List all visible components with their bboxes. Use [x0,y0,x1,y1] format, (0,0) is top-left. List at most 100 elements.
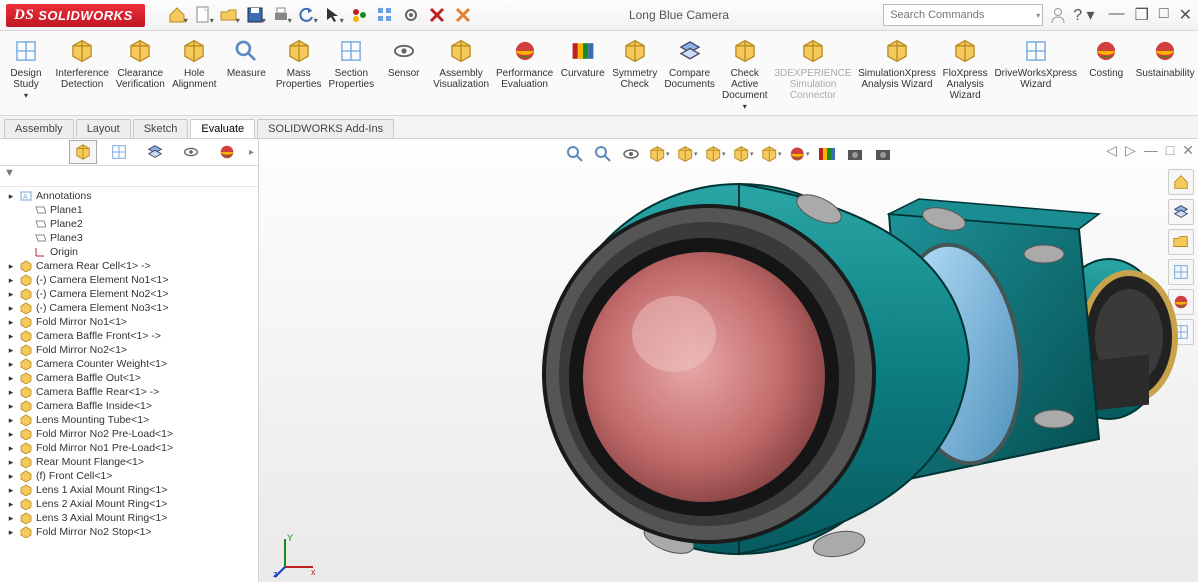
triad-y-label: Y [287,533,293,543]
tree-node[interactable]: ▸Lens Mounting Tube<1> [0,413,258,427]
viewport-close-icon[interactable]: ✕ [1182,142,1194,159]
tab-assembly[interactable]: Assembly [4,119,74,138]
check-active-document-button[interactable]: CheckActiveDocument▾ [718,35,771,112]
close-button[interactable]: ✕ [1179,5,1192,25]
tree-node[interactable]: ▸(f) Front Cell<1> [0,469,258,483]
tree-label: Fold Mirror No1<1> [36,316,127,328]
tree-node[interactable]: ▸AAnnotations [0,189,258,203]
settings-gear-icon[interactable] [399,3,423,27]
work-area: ▸ ▼ ▸AAnnotationsPlane1Plane2Plane3Origi… [0,139,1198,582]
rebuild-icon[interactable] [347,3,371,27]
search-commands[interactable]: ▾ [883,4,1043,26]
tab-sketch[interactable]: Sketch [133,119,189,138]
simulationxpress-button[interactable]: SimulationXpressAnalysis Wizard [855,35,939,90]
tree-node[interactable]: ▸Camera Baffle Out<1> [0,371,258,385]
costing-button[interactable]: Costing [1080,35,1132,90]
interference-detection-button[interactable]: InterferenceDetection [52,35,112,90]
search-drop-icon[interactable]: ▾ [1036,11,1040,20]
hole-alignment-button[interactable]: HoleAlignment [168,35,220,90]
title-bar: DS SOLIDWORKS ▾▾▾▾▾▾▾ Long Blue Camera ▾… [0,0,1198,31]
search-input[interactable] [888,8,1034,22]
tree-node[interactable]: ▸Lens 2 Axial Mount Ring<1> [0,497,258,511]
viewport-minimize-icon[interactable]: — [1144,142,1158,158]
close-red-icon[interactable] [425,3,449,27]
feature-manager-icon[interactable] [69,140,97,164]
driveworksxpress-button[interactable]: DriveWorksXpressWizard [991,35,1080,90]
display-manager-icon[interactable] [213,140,241,164]
new-icon[interactable]: ▾ [191,3,215,27]
options-grid-icon[interactable] [373,3,397,27]
measure-button[interactable]: Measure [220,35,272,90]
tree-node[interactable]: ▸Fold Mirror No2 Pre-Load<1> [0,427,258,441]
assembly-visualization-button[interactable]: AssemblyVisualization [430,35,493,90]
floxpress-button[interactable]: FloXpressAnalysisWizard [939,35,991,101]
view-triad[interactable]: Y x z [273,533,319,579]
tree-node[interactable]: Origin [0,245,258,259]
minimize-button[interactable]: — [1109,5,1125,25]
tree-label: Lens 1 Axial Mount Ring<1> [36,484,167,496]
tree-filter[interactable]: ▼ [0,166,258,187]
tree-node[interactable]: ▸Lens 3 Axial Mount Ring<1> [0,511,258,525]
ribbon: DesignStudy▾InterferenceDetectionClearan… [0,31,1198,116]
maximize-button[interactable]: □ [1159,5,1169,25]
curvature-button[interactable]: Curvature [557,35,609,90]
save-icon[interactable]: ▾ [243,3,267,27]
clearance-verification-button[interactable]: ClearanceVerification [112,35,168,90]
tree-node[interactable]: ▸(-) Camera Element No2<1> [0,287,258,301]
tree-node[interactable]: ▸Camera Baffle Front<1> -> [0,329,258,343]
design-study-button[interactable]: DesignStudy▾ [0,35,52,101]
home-icon[interactable]: ▾ [165,3,189,27]
help-icon[interactable]: ? ▾ [1073,5,1094,25]
select-icon[interactable]: ▾ [321,3,345,27]
tree-node[interactable]: ▸Camera Baffle Inside<1> [0,399,258,413]
sensor-button[interactable]: Sensor [378,35,430,90]
panel-expand-icon[interactable]: ▸ [249,147,254,158]
tree-label: Fold Mirror No2 Pre-Load<1> [36,428,173,440]
tree-label: Fold Mirror No2<1> [36,344,127,356]
mass-properties-button[interactable]: MassProperties [272,35,325,90]
property-manager-icon[interactable] [105,140,133,164]
viewport-next-icon[interactable]: ▷ [1125,142,1136,159]
viewport-maximize-icon[interactable]: □ [1166,142,1174,158]
tree-node[interactable]: ▸Rear Mount Flange<1> [0,455,258,469]
compare-documents-button[interactable]: CompareDocuments [661,35,719,90]
graphics-viewport[interactable]: ◁ ▷ — □ ✕ ▾▾▾▾▾▾ [259,139,1198,582]
3dexperience-button[interactable]: 3DEXPERIENCESimulationConnector [771,35,855,101]
tab-evaluate[interactable]: Evaluate [190,119,255,138]
undo-icon[interactable]: ▾ [295,3,319,27]
tree-label: Origin [50,246,78,258]
open-icon[interactable]: ▾ [217,3,241,27]
close-orange-icon[interactable] [451,3,475,27]
tab-solidworks-add-ins[interactable]: SOLIDWORKS Add-Ins [257,119,394,138]
print-icon[interactable]: ▾ [269,3,293,27]
section-properties-button[interactable]: SectionProperties [325,35,378,90]
triad-z-label: z [273,569,278,579]
symmetry-button[interactable]: SymmetryCheck [609,35,661,90]
user-icon[interactable] [1049,6,1067,24]
model-view[interactable] [489,159,1198,579]
tree-node[interactable]: ▸Fold Mirror No2 Stop<1> [0,525,258,539]
tree-label: Camera Baffle Out<1> [36,372,141,384]
viewport-window-controls: ◁ ▷ — □ ✕ [1106,139,1194,161]
restore-button[interactable]: ❐ [1135,5,1149,25]
tree-node[interactable]: Plane1 [0,203,258,217]
tree-node[interactable]: ▸Camera Counter Weight<1> [0,357,258,371]
tree-node[interactable]: ▸Lens 1 Axial Mount Ring<1> [0,483,258,497]
viewport-prev-icon[interactable]: ◁ [1106,142,1117,159]
sustainability-button[interactable]: Sustainability [1132,35,1198,90]
tree-node[interactable]: ▸(-) Camera Element No3<1> [0,301,258,315]
tree-node[interactable]: ▸(-) Camera Element No1<1> [0,273,258,287]
performance-evaluation-button[interactable]: PerformanceEvaluation [493,35,557,90]
tree-node[interactable]: ▸Camera Baffle Rear<1> -> [0,385,258,399]
tree-node[interactable]: ▸Camera Rear Cell<1> -> [0,259,258,273]
config-manager-icon[interactable] [141,140,169,164]
tree-label: (-) Camera Element No1<1> [36,274,168,286]
tree-node[interactable]: ▸Fold Mirror No1 Pre-Load<1> [0,441,258,455]
svg-text:A: A [23,194,28,201]
tree-node[interactable]: ▸Fold Mirror No1<1> [0,315,258,329]
tree-node[interactable]: Plane3 [0,231,258,245]
tab-layout[interactable]: Layout [76,119,131,138]
tree-node[interactable]: ▸Fold Mirror No2<1> [0,343,258,357]
tree-node[interactable]: Plane2 [0,217,258,231]
dimxpert-icon[interactable] [177,140,205,164]
